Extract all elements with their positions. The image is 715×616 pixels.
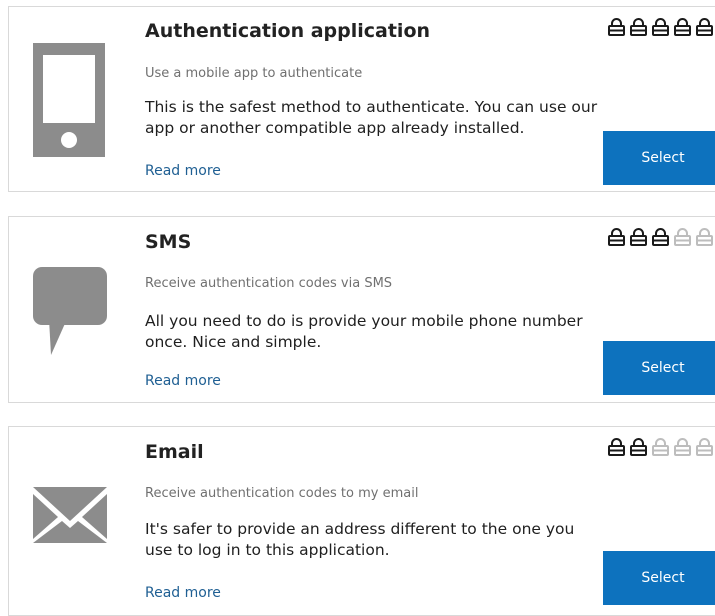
security-level-indicator [607,228,714,246]
read-more-link[interactable]: Read more [145,585,221,601]
lock-icon-empty [696,438,713,456]
method-subtitle: Receive authentication codes via SMS [145,276,393,291]
method-card-authentication-app: Authentication application Use a mobile … [8,6,715,192]
lock-icon-filled [652,18,669,36]
lock-icon-filled [674,18,691,36]
read-more-link[interactable]: Read more [145,163,221,179]
lock-icon-empty [674,438,691,456]
lock-icon-filled [608,438,625,456]
lock-icon-filled [630,228,647,246]
mobile-phone-icon [31,43,111,163]
lock-icon-filled [608,18,625,36]
method-card-email: Email Receive authentication codes to my… [8,426,715,616]
select-email-button[interactable]: Select [603,551,715,605]
lock-icon-filled [652,228,669,246]
method-description: This is the safest method to authenticat… [145,98,598,137]
speech-bubble-icon [31,267,111,387]
method-subtitle: Receive authentication codes to my email [145,486,419,501]
select-sms-button[interactable]: Select [603,341,715,395]
lock-icon-empty [696,228,713,246]
method-description: It's safer to provide an address differe… [145,520,575,559]
security-level-indicator [607,438,714,456]
method-subtitle: Use a mobile app to authenticate [145,66,363,81]
lock-icon-filled [630,18,647,36]
lock-icon-filled [630,438,647,456]
lock-icon-filled [696,18,713,36]
lock-icon-empty [674,228,691,246]
method-card-sms: SMS Receive authentication codes via SMS… [8,216,715,403]
envelope-icon [31,479,111,599]
select-authentication-app-button[interactable]: Select [603,131,715,185]
lock-icon-filled [608,228,625,246]
method-title: Email [145,441,204,463]
method-title: SMS [145,231,192,253]
read-more-link[interactable]: Read more [145,373,221,389]
security-level-indicator [607,18,714,36]
method-description: All you need to do is provide your mobil… [145,312,583,351]
method-title: Authentication application [145,20,431,42]
lock-icon-empty [652,438,669,456]
